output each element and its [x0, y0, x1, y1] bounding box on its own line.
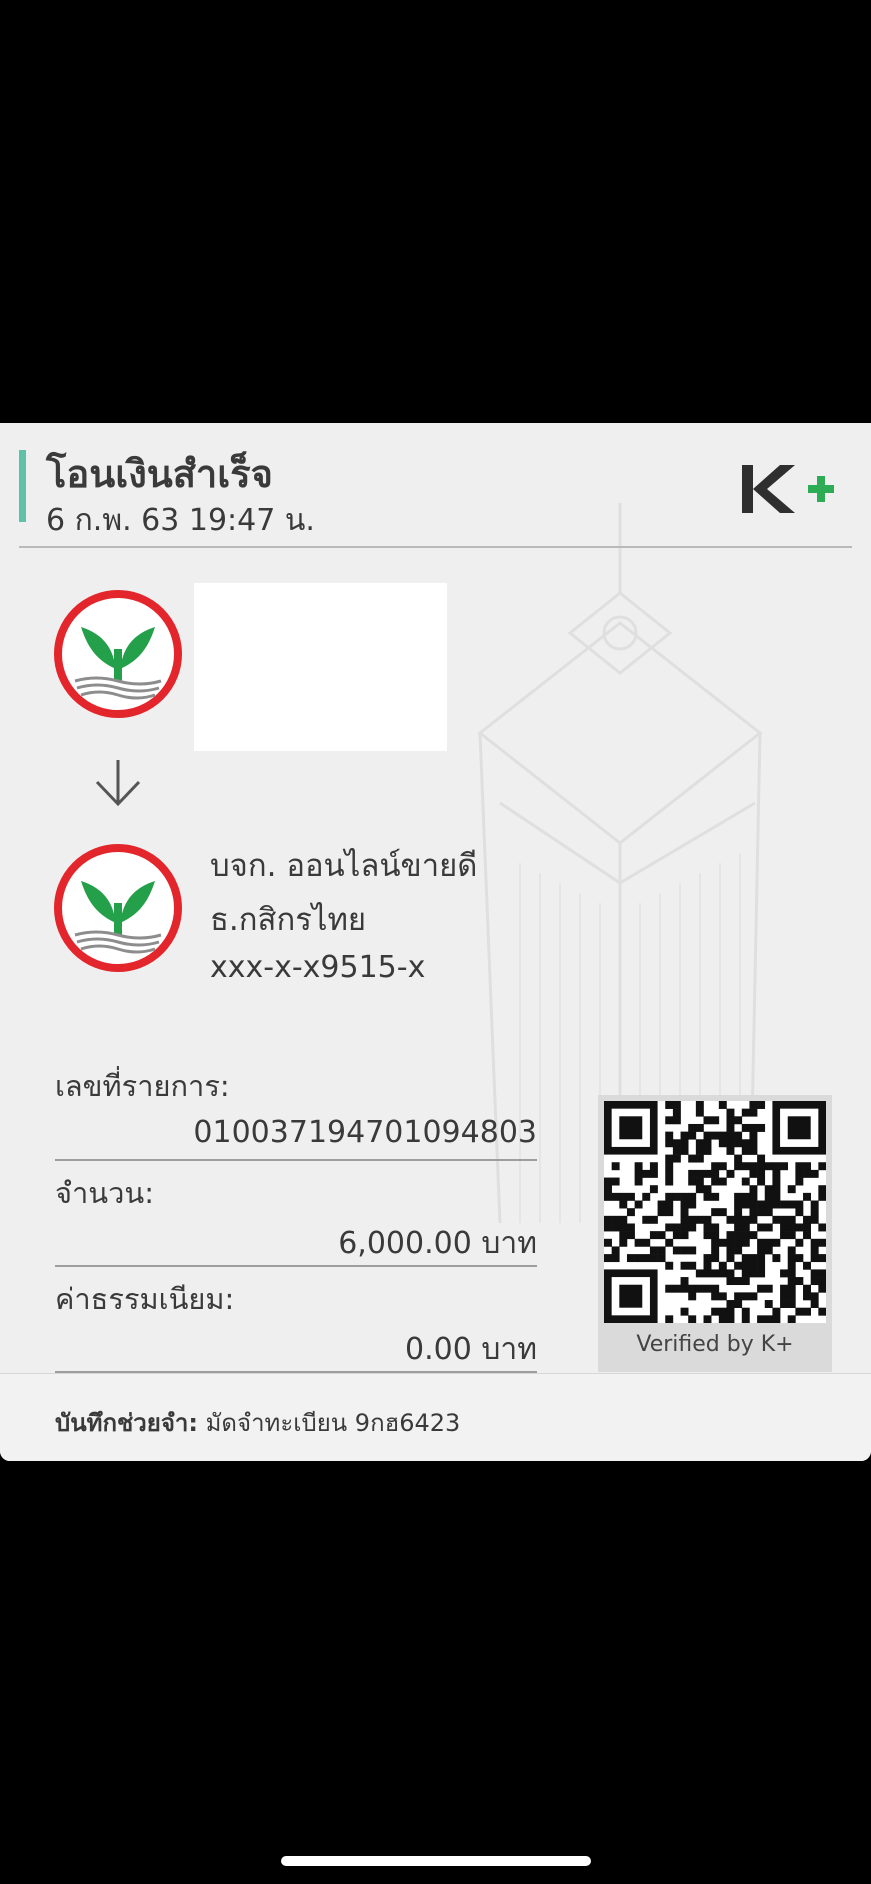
- memo-value: มัดจำทะเบียน 9กฮ6423: [205, 1409, 461, 1437]
- qr-finder-square: [787, 1116, 811, 1140]
- receiver-bank-logo: [54, 844, 182, 972]
- amount-divider: [55, 1265, 537, 1267]
- home-indicator[interactable]: [281, 1856, 591, 1866]
- amount-value: 6,000.00 บาท: [338, 1226, 537, 1261]
- receiver-account: xxx-x-x9515-x: [210, 950, 426, 985]
- reference-divider: [55, 1159, 537, 1161]
- qr-verification-box: Verified by K+: [598, 1095, 832, 1372]
- screen: โอนเงินสำเร็จ 6 ก.พ. 63 19:47 น. บจก. ออ…: [0, 0, 871, 1884]
- fee-value: 0.00 บาท: [405, 1332, 537, 1367]
- receiver-name: บจก. ออนไลน์ขายดี: [210, 848, 478, 884]
- qr-finder-square: [619, 1284, 643, 1308]
- header-accent-bar: [19, 450, 26, 522]
- transfer-datetime: 6 ก.พ. 63 19:47 น.: [46, 503, 315, 538]
- reference-value: 010037194701094803: [193, 1115, 537, 1150]
- transfer-slip: โอนเงินสำเร็จ 6 ก.พ. 63 19:47 น. บจก. ออ…: [0, 423, 871, 1461]
- qr-code: [604, 1101, 827, 1324]
- receiver-bank: ธ.กสิกรไทย: [210, 902, 367, 938]
- kplus-logo: [742, 465, 834, 513]
- header-divider: [19, 546, 852, 548]
- fee-label: ค่าธรรมเนียม:: [55, 1282, 235, 1316]
- sender-bank-logo: [54, 590, 182, 718]
- amount-label: จำนวน:: [55, 1176, 154, 1210]
- sender-info-redacted: [194, 583, 447, 751]
- memo-label: บันทึกช่วยจำ:: [55, 1409, 198, 1437]
- reference-label: เลขที่รายการ:: [55, 1069, 230, 1103]
- memo: บันทึกช่วยจำ: มัดจำทะเบียน 9กฮ6423: [55, 1403, 460, 1442]
- qr-code-pattern: [604, 1101, 827, 1324]
- slip-title: โอนเงินสำเร็จ: [46, 452, 273, 496]
- qr-finder-square: [619, 1116, 643, 1140]
- arrow-down-icon: [95, 760, 141, 807]
- qr-caption: Verified by K+: [636, 1332, 794, 1357]
